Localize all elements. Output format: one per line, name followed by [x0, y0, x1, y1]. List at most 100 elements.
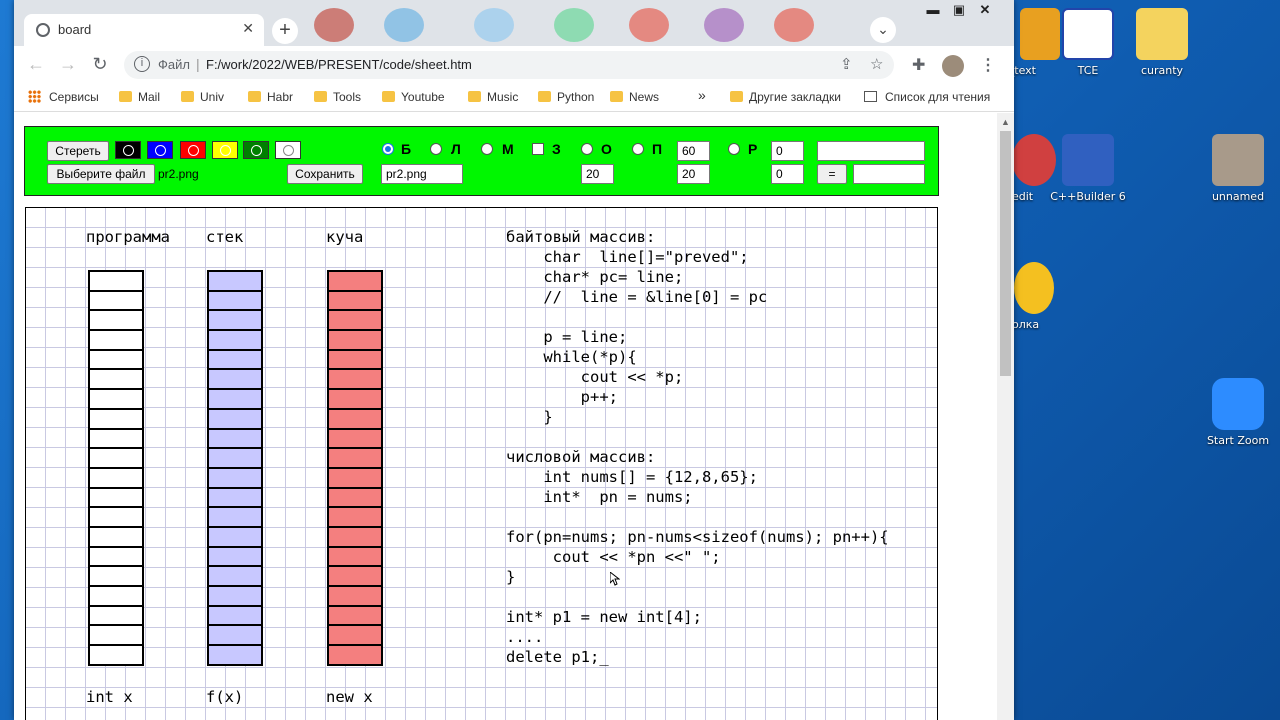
address-bar[interactable]: i Файл | F:/work/2022/WEB/PRESENT/code/s… [124, 51, 894, 79]
bookmark-python[interactable]: Python [538, 90, 594, 104]
color-swatch-red[interactable] [180, 141, 206, 159]
code-line: while(*p){ [506, 348, 637, 366]
text-input[interactable] [817, 141, 925, 161]
bookmark-apps[interactable]: Сервисы [28, 90, 99, 104]
folder-icon [314, 91, 327, 102]
new-tab-button[interactable]: + [272, 18, 298, 44]
memory-cell [90, 469, 142, 489]
minimize-button[interactable]: ▬ [920, 2, 946, 17]
code-line: delete p1;_ [506, 648, 609, 666]
header-stack: стек [206, 228, 244, 246]
bookmark-mail[interactable]: Mail [119, 90, 160, 104]
r-bottom-input[interactable]: 0 [771, 164, 804, 184]
share-icon[interactable]: ⇪ [840, 55, 853, 73]
tab-search-button[interactable]: ⌄ [870, 17, 896, 43]
memory-cell [209, 272, 261, 292]
option-o-radio[interactable] [581, 143, 593, 155]
code-line: // line = &line[0] = pc [506, 288, 768, 306]
desktop-icon-tce[interactable]: TCE [1048, 8, 1128, 77]
p-bottom-input[interactable]: 20 [677, 164, 710, 184]
option-b-radio[interactable] [382, 143, 394, 155]
bookmark-youtube[interactable]: Youtube [382, 90, 445, 104]
close-icon[interactable]: ✕ [242, 20, 254, 37]
option-l-radio[interactable] [430, 143, 442, 155]
memory-cell [209, 587, 261, 607]
menu-icon[interactable]: ⋮ [980, 55, 996, 75]
memory-cell [90, 292, 142, 312]
code-line: } [506, 408, 553, 426]
code-line: char* pc= line; [506, 268, 684, 286]
info-icon[interactable]: i [134, 56, 150, 72]
option-m-radio[interactable] [481, 143, 493, 155]
option-p-label: П [652, 141, 663, 157]
memory-cell [329, 489, 381, 509]
bookmark-tools[interactable]: Tools [314, 90, 361, 104]
save-name-input[interactable]: pr2.png [381, 164, 463, 184]
code-line: байтовый массив: [506, 228, 656, 246]
tab-board[interactable]: board ✕ [24, 14, 264, 46]
reading-list[interactable]: Список для чтения [864, 90, 990, 104]
memory-cell [329, 626, 381, 647]
code-line: cout << *pn <<" "; [506, 548, 721, 566]
memory-cell [329, 272, 381, 292]
desktop-icon-start-zoom[interactable]: Start Zoom [1198, 378, 1278, 447]
drawing-board[interactable]: программа стек куча int x f(x) new x бай… [25, 207, 938, 720]
close-window-button[interactable]: ✕ [972, 2, 998, 18]
color-swatch-green[interactable] [243, 141, 269, 159]
memory-cell [90, 548, 142, 568]
memory-cell [329, 292, 381, 312]
option-z-checkbox[interactable] [532, 143, 544, 155]
reload-button[interactable]: ↻ [88, 54, 112, 75]
desktop-icon-unnamed[interactable]: unnamed [1198, 134, 1278, 203]
o-bottom-input[interactable]: 20 [581, 164, 614, 184]
memory-cell [90, 311, 142, 332]
memory-cell [90, 351, 142, 371]
result-input[interactable] [853, 164, 925, 184]
avatar[interactable] [942, 55, 964, 77]
memory-cell [329, 390, 381, 410]
heap-column [327, 270, 383, 666]
memory-cell [209, 469, 261, 489]
memory-cell [90, 607, 142, 627]
r-top-input[interactable]: 0 [771, 141, 804, 161]
extensions-icon[interactable]: ✚ [912, 55, 925, 75]
memory-cell [329, 311, 381, 332]
option-r-radio[interactable] [728, 143, 740, 155]
page-scrollbar[interactable]: ▲ [997, 113, 1014, 720]
memory-cell [209, 390, 261, 410]
option-p-radio[interactable] [632, 143, 644, 155]
bookmarks-more-button[interactable]: » [698, 87, 706, 103]
save-button[interactable]: Сохранить [287, 164, 363, 184]
back-button[interactable]: ← [24, 54, 48, 75]
color-swatch-black[interactable] [115, 141, 141, 159]
equals-button[interactable]: = [817, 164, 847, 184]
memory-cell [209, 331, 261, 351]
memory-cell [209, 449, 261, 469]
memory-cell [90, 449, 142, 469]
memory-cell [329, 449, 381, 469]
bookmark-habr[interactable]: Habr [248, 90, 293, 104]
erase-button[interactable]: Стереть [47, 141, 109, 161]
forward-button[interactable]: → [56, 54, 80, 75]
scroll-up-icon[interactable]: ▲ [1001, 117, 1010, 127]
bookmark-univ[interactable]: Univ [181, 90, 224, 104]
bookmark-other[interactable]: Другие закладки [730, 90, 841, 104]
maximize-button[interactable]: ▣ [946, 2, 972, 18]
memory-cell [209, 567, 261, 587]
star-icon[interactable]: ☆ [870, 55, 883, 73]
app-icon [554, 8, 594, 42]
memory-cell [209, 410, 261, 430]
color-swatch-yellow[interactable] [212, 141, 238, 159]
memory-cell [209, 370, 261, 391]
color-swatch-white[interactable] [275, 141, 301, 159]
url-text[interactable]: F:/work/2022/WEB/PRESENT/code/sheet.htm [206, 57, 472, 72]
desktop-icon-cpp-builder[interactable]: C++Builder 6 [1048, 134, 1128, 203]
choose-file-button[interactable]: Выберите файл [47, 164, 155, 184]
color-swatch-blue[interactable] [147, 141, 173, 159]
desktop-icon-curanty[interactable]: curanty [1122, 8, 1202, 77]
bookmark-music[interactable]: Music [468, 90, 518, 104]
p-top-input[interactable]: 60 [677, 141, 710, 161]
scrollbar-thumb[interactable] [1000, 131, 1011, 376]
protocol-label: Файл [158, 57, 190, 72]
bookmark-news[interactable]: News [610, 90, 659, 104]
